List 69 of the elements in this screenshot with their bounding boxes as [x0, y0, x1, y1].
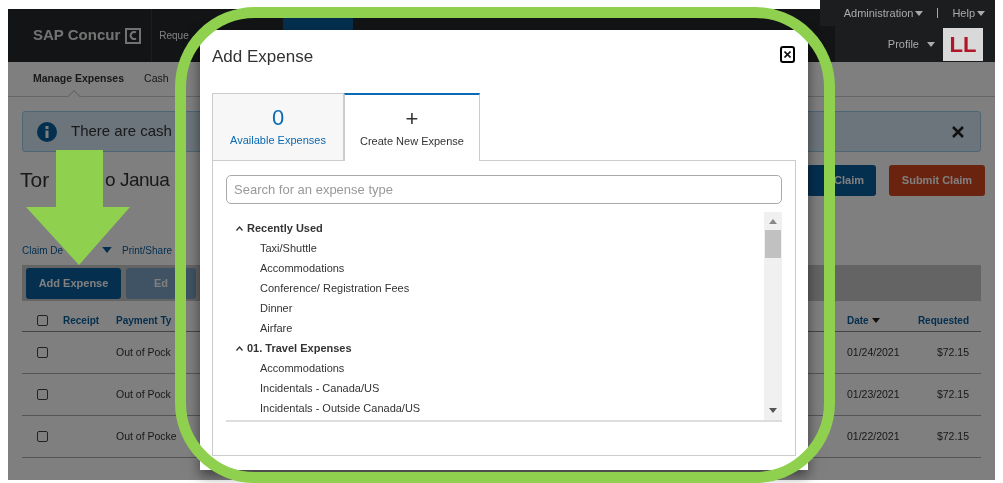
table-cell-text: $72.15: [935, 344, 970, 360]
dialog-tab[interactable]: 0 Available Expenses: [212, 93, 344, 160]
column-header[interactable]: Date: [847, 312, 869, 328]
search-field[interactable]: Search for an expense type: [226, 175, 782, 204]
toolbar-button[interactable]: Add Expense: [26, 267, 121, 299]
table-cell-text: $72.15: [935, 386, 970, 402]
help-label: Help: [952, 5, 975, 21]
close-icon[interactable]: [952, 125, 964, 138]
subnav-tab[interactable]: Manage Expenses: [33, 62, 125, 96]
checkbox[interactable]: [37, 431, 48, 442]
table-cell-text: 01/24/2021: [847, 344, 901, 360]
column-header[interactable]: Payment Ty: [116, 312, 172, 328]
caret-icon: [927, 41, 935, 47]
profile-menu[interactable]: Profile: [887, 35, 935, 53]
logo-c-icon: [125, 27, 142, 44]
column-header[interactable]: Requested: [917, 312, 969, 328]
expense-type-item[interactable]: Dinner: [236, 298, 297, 318]
submit-claim-button[interactable]: Submit Claim: [889, 164, 985, 196]
subnav-tab[interactable]: Cash: [144, 62, 169, 96]
logo-text: SAP Concur: [33, 25, 121, 46]
expense-type-item[interactable]: Incidentals - Canada/US: [236, 378, 384, 398]
table-cell-text: Out of Pocke: [116, 428, 177, 444]
expense-type-item[interactable]: Taxi/Shuttle: [236, 238, 321, 258]
caret-icon: [915, 10, 924, 16]
expense-type-item[interactable]: Airfare: [236, 318, 297, 338]
scroll-down-icon: [769, 408, 777, 413]
column-header[interactable]: Receipt: [63, 312, 116, 328]
scroll-thumb[interactable]: [765, 230, 781, 258]
nav-item[interactable]: Reque: [159, 28, 189, 43]
scrollbar[interactable]: [764, 212, 782, 420]
table-cell-text: $72.15: [935, 428, 970, 444]
table-cell-text: Out of Pock: [116, 386, 171, 402]
tab-label: Create New Expense: [360, 133, 464, 149]
group-header[interactable]: Recently Used: [236, 218, 764, 238]
expense-type-item[interactable]: Accommodations: [236, 358, 349, 378]
expense-type-item[interactable]: Conference/ Registration Fees: [236, 278, 414, 298]
profile-label: Profile: [887, 36, 919, 52]
report-title: o Janua: [105, 167, 170, 192]
scroll-up-icon: [769, 219, 777, 224]
checkbox[interactable]: [37, 389, 48, 400]
dialog-tab[interactable]: + Create New Expense: [344, 93, 480, 161]
group-label: Recently Used: [247, 220, 323, 236]
chevron-up-icon: [236, 225, 243, 231]
administration-menu[interactable]: Administration: [843, 4, 924, 22]
table-cell-text: Out of Pock: [116, 344, 171, 360]
expense-type-item[interactable]: Incidentals - Outside Canada/US: [236, 398, 425, 418]
plus-label: +: [405, 106, 419, 131]
group-header[interactable]: 01. Travel Expenses: [236, 338, 764, 358]
avatar[interactable]: LL: [943, 27, 983, 61]
checkbox[interactable]: [37, 314, 48, 326]
group-label: 01. Travel Expenses: [247, 340, 352, 356]
table-cell-text: 01/23/2021: [847, 386, 901, 402]
help-menu[interactable]: Help: [952, 4, 985, 22]
info-icon: [37, 121, 57, 142]
chevron-up-icon: [236, 345, 243, 351]
close-icon: [784, 51, 791, 58]
caret-icon: [977, 10, 985, 16]
tab-label: Available Expenses: [230, 132, 326, 148]
expense-type-item[interactable]: Accommodations: [236, 258, 349, 278]
report-title: Tor: [20, 167, 51, 194]
administration-label: Administration: [843, 5, 914, 21]
table-cell-text: 01/22/2021: [847, 428, 901, 444]
action-link[interactable]: Claim De: [22, 242, 64, 258]
close-button[interactable]: [780, 46, 795, 63]
count-label: 0: [271, 105, 285, 130]
checkbox[interactable]: [37, 347, 48, 358]
dialog-title: Add Expense: [212, 46, 314, 68]
action-link[interactable]: Print/Share: [122, 242, 173, 258]
banner-text: There are cash: [71, 121, 172, 142]
